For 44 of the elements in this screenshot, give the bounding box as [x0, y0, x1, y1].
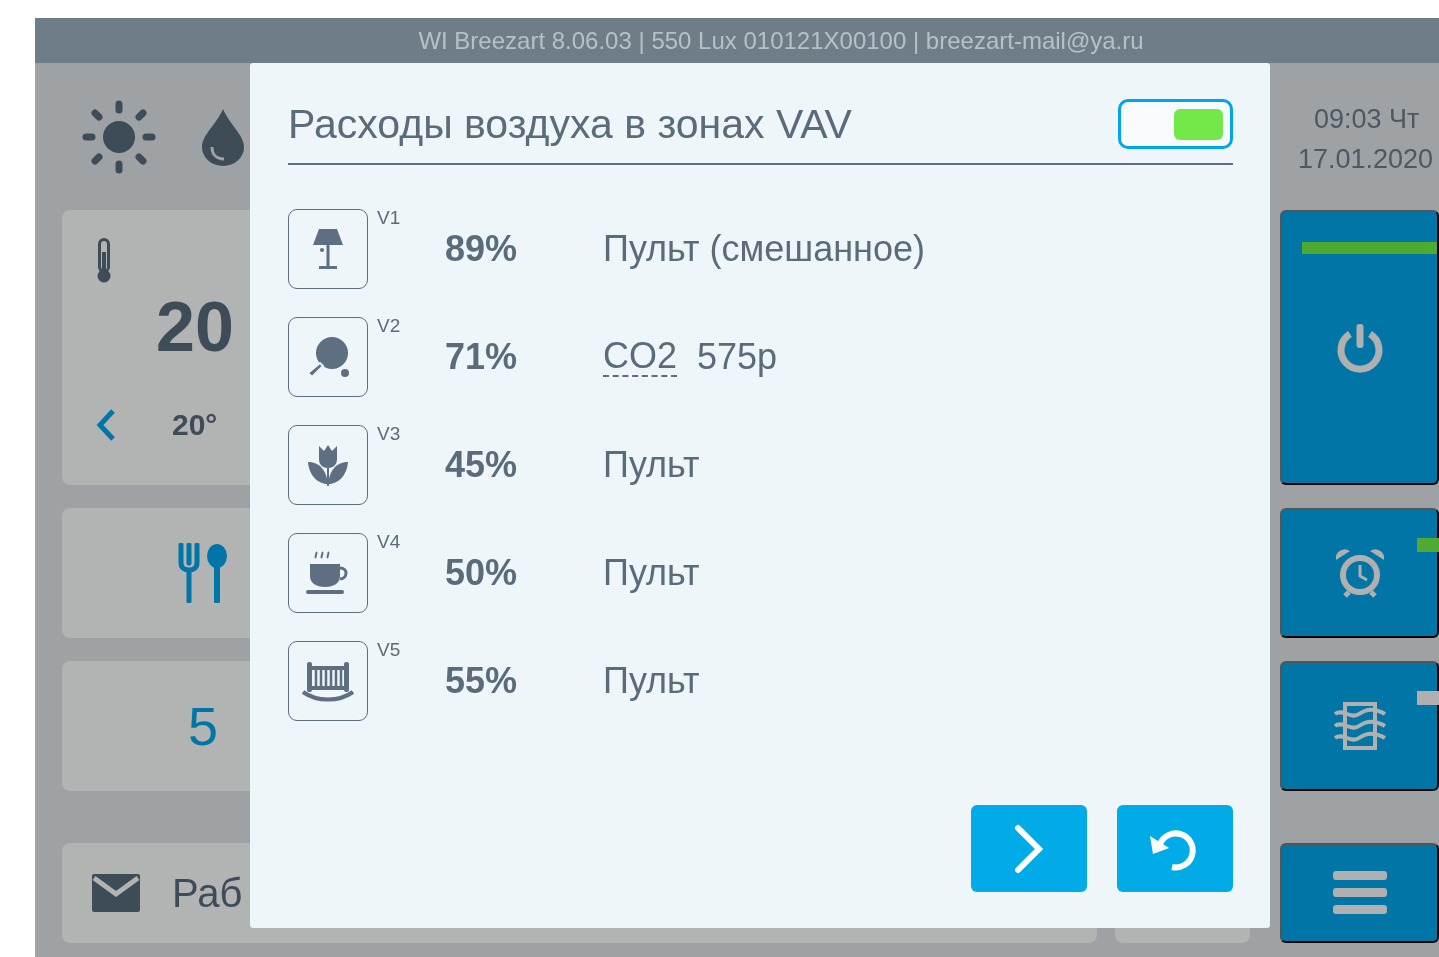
- setpoint-value: 20°: [172, 408, 218, 442]
- status-bar-text: WI Breezart 8.06.03 | 550 Lux 010121X00100 | breezart-mail@ya.ru: [418, 26, 1144, 55]
- toggle-switch[interactable]: [1118, 99, 1233, 149]
- airflow-percent: 55%: [445, 660, 519, 702]
- zone-icon-button[interactable]: [288, 425, 368, 505]
- dialog-title: Расходы воздуха в зонах VAV: [288, 100, 852, 148]
- control-mode: Пульт (смешанное): [603, 228, 925, 270]
- zone-icon-button[interactable]: [288, 317, 368, 397]
- zone-icon-button[interactable]: [288, 209, 368, 289]
- zone-label: V3: [376, 423, 402, 445]
- envelope-icon: [92, 874, 140, 912]
- control-mode: Пульт: [603, 660, 700, 702]
- message-text: Раб: [172, 870, 243, 916]
- sensor-link[interactable]: CO2: [603, 337, 678, 377]
- zone-icon-button[interactable]: [288, 641, 368, 721]
- sensor-reading: 575p: [697, 336, 778, 378]
- alarm-tile[interactable]: [1280, 508, 1439, 638]
- chevron-left-icon[interactable]: [96, 408, 116, 442]
- airflow-percent: 71%: [445, 336, 519, 378]
- power-tile[interactable]: [1280, 210, 1439, 485]
- thermometer-icon: [96, 238, 112, 284]
- zone-label: V2: [376, 315, 402, 337]
- control-mode: Пульт: [603, 444, 700, 486]
- airflow-percent: 89%: [445, 228, 519, 270]
- clock-time: 09:03 Чт: [1313, 103, 1421, 137]
- zone-label: V5: [376, 639, 402, 661]
- lamp-icon: [311, 227, 345, 271]
- airflow-percent: 50%: [445, 552, 519, 594]
- reset-button[interactable]: [1117, 805, 1233, 892]
- temperature-value: 20: [156, 292, 234, 362]
- airflow-percent: 45%: [445, 444, 519, 486]
- zone-label: V4: [376, 531, 402, 553]
- menu-tile[interactable]: [1280, 843, 1439, 943]
- airflow-icon: [1332, 700, 1387, 752]
- menu-icon: [1332, 871, 1387, 915]
- control-mode: Пульт: [603, 552, 700, 594]
- airflow-tile[interactable]: [1280, 661, 1439, 791]
- chevron-right-icon: [1013, 823, 1045, 874]
- zone-icon-button[interactable]: [288, 533, 368, 613]
- clock-date: 17.01.2020: [1298, 142, 1435, 176]
- mode-value: 5: [188, 695, 219, 757]
- sun-icon: [82, 99, 156, 174]
- zone-label: V1: [376, 207, 402, 229]
- next-button[interactable]: [971, 805, 1087, 892]
